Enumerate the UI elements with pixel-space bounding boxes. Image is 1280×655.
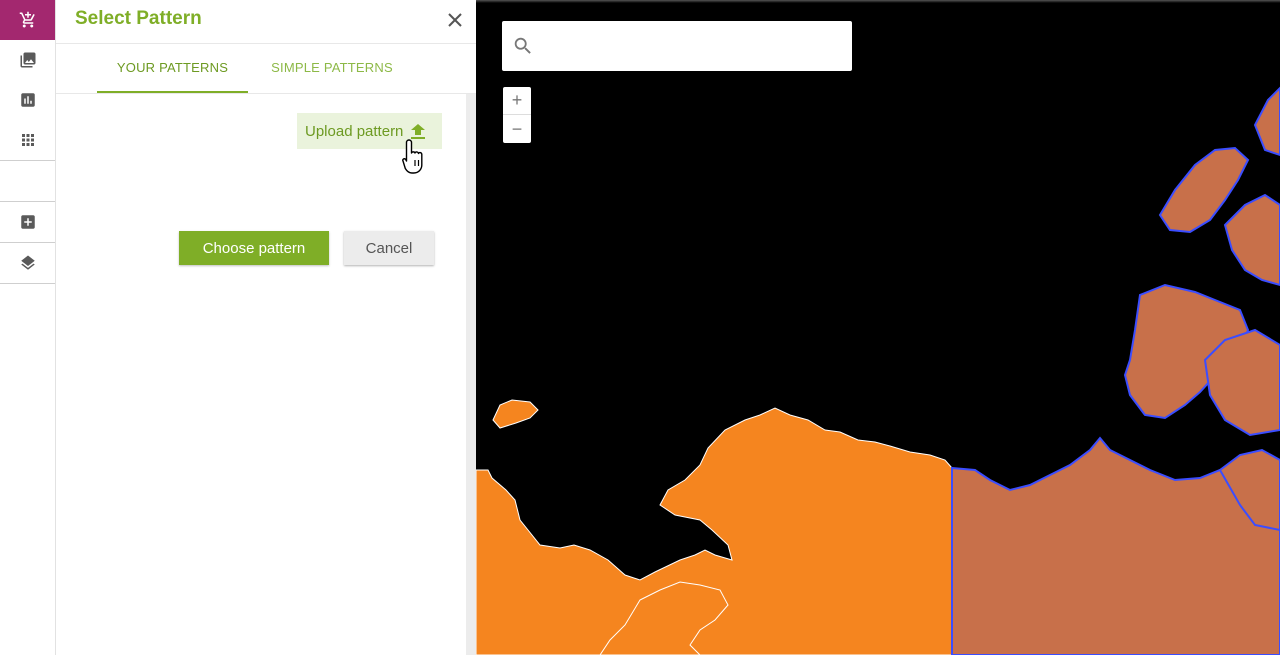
chart-icon [20, 93, 35, 107]
map-shapes [476, 86, 1280, 655]
map-search-box[interactable] [502, 21, 852, 71]
map-canvas[interactable]: + − [476, 0, 1280, 655]
upload-icon [411, 123, 426, 139]
add-box-icon [20, 215, 35, 229]
layers-icon [20, 255, 35, 270]
toolbar-divider [0, 283, 55, 284]
left-toolbar [0, 0, 56, 655]
cart-add-icon [19, 11, 35, 28]
panel-scrollbar[interactable] [466, 94, 476, 655]
close-icon [448, 13, 462, 27]
upload-pattern-label: Upload pattern [305, 122, 404, 140]
zoom-in-button[interactable]: + [503, 87, 531, 115]
cart-add-button[interactable] [0, 0, 55, 40]
map-island-east-2 [1223, 193, 1280, 287]
close-button[interactable] [444, 9, 466, 31]
grid-icon [21, 134, 34, 146]
choose-pattern-button[interactable]: Choose pattern [179, 231, 329, 265]
panel-header: Select Pattern [56, 0, 476, 44]
image-button[interactable] [0, 40, 55, 80]
map-top-shadow [476, 0, 1280, 3]
tab-your-patterns[interactable]: YOUR PATTERNS [97, 44, 248, 93]
panel-title: Select Pattern [75, 8, 202, 29]
grid-button[interactable] [0, 120, 55, 160]
zoom-controls: + − [503, 87, 531, 143]
search-icon [512, 35, 534, 57]
chart-button[interactable] [0, 80, 55, 120]
pattern-tabs: YOUR PATTERNS SIMPLE PATTERNS [56, 44, 476, 94]
layers-button[interactable] [0, 243, 55, 283]
search-input[interactable] [542, 21, 842, 71]
image-icon [20, 52, 35, 68]
zoom-out-button[interactable]: − [503, 115, 531, 143]
hand-cursor-icon [402, 139, 423, 174]
map-island [492, 399, 539, 429]
cancel-button[interactable]: Cancel [344, 231, 434, 265]
select-pattern-panel: Select Pattern YOUR PATTERNS SIMPLE PATT… [56, 0, 476, 655]
add-layer-button[interactable] [0, 202, 55, 242]
tab-simple-patterns[interactable]: SIMPLE PATTERNS [258, 44, 406, 93]
map-island-corner [1253, 86, 1280, 157]
